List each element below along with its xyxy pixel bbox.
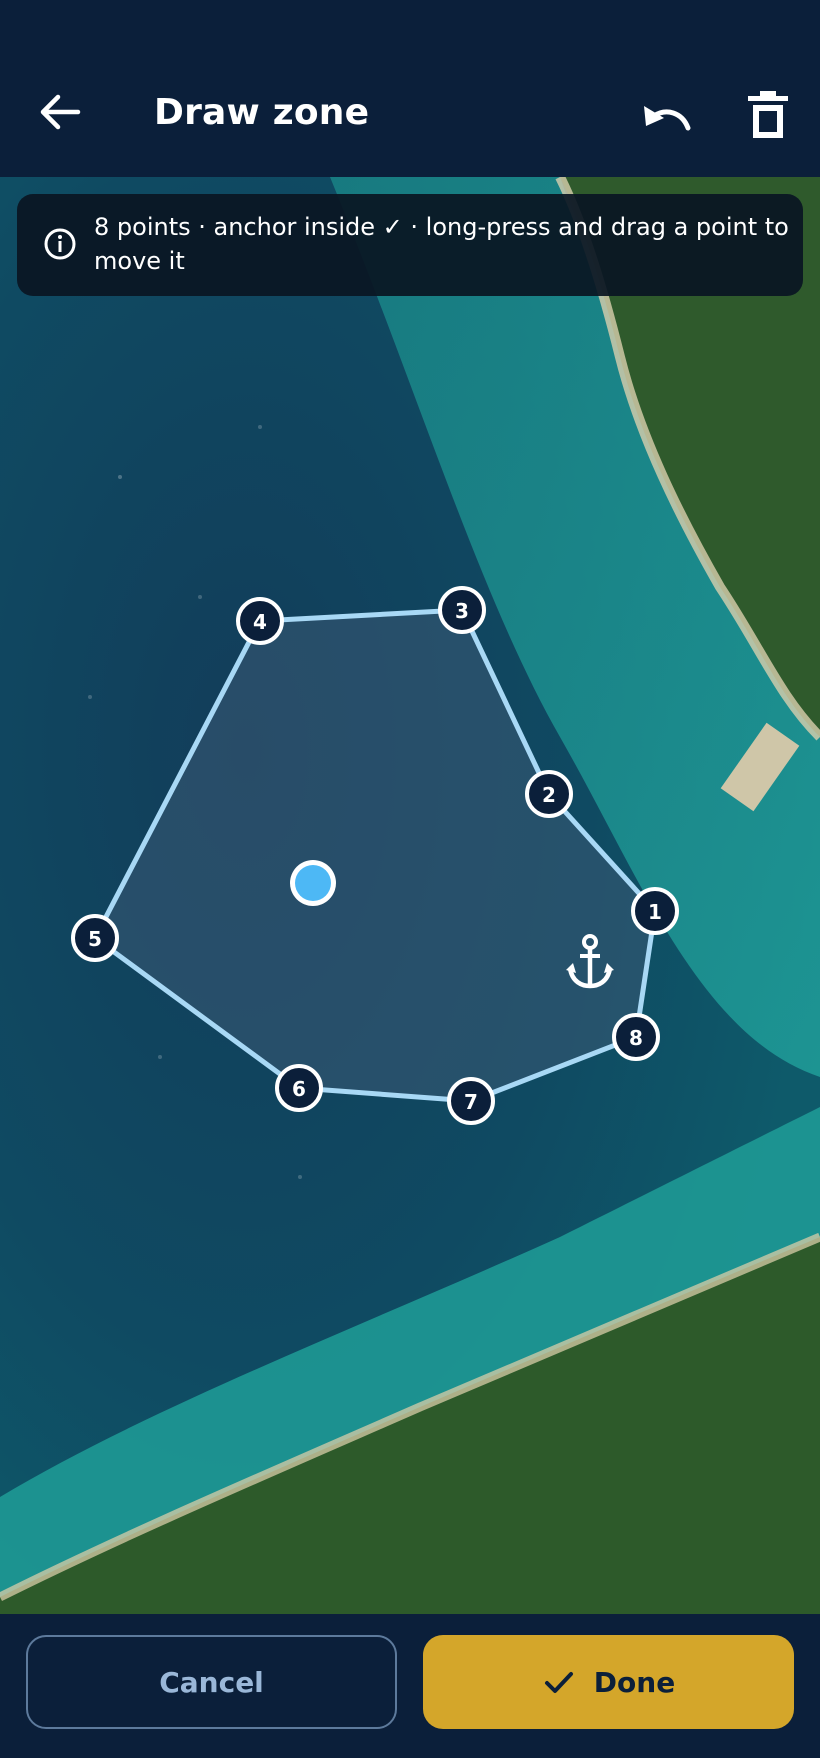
zone-point-3[interactable]: 3 (438, 586, 486, 634)
zone-point-5[interactable]: 5 (71, 914, 119, 962)
info-banner: 8 points · anchor inside ✓ · long-press … (17, 194, 803, 296)
zone-point-label: 1 (648, 900, 662, 924)
zone-point-6[interactable]: 6 (275, 1064, 323, 1112)
back-button[interactable] (34, 86, 86, 138)
info-icon (44, 228, 76, 260)
zone-point-label: 8 (629, 1026, 643, 1050)
app-bar: Draw zone (0, 0, 820, 177)
page-title: Draw zone (154, 92, 370, 133)
bottom-action-bar: Cancel Done (0, 1614, 820, 1758)
zone-point-8[interactable]: 8 (612, 1013, 660, 1061)
zone-point-label: 4 (253, 610, 267, 634)
satellite-map[interactable]: 1 2 3 4 5 6 7 8 8 points · anchor inside… (0, 177, 820, 1614)
cancel-button[interactable]: Cancel (26, 1635, 397, 1729)
undo-button[interactable] (638, 88, 694, 144)
done-button-label: Done (593, 1665, 676, 1699)
zone-point-label: 5 (88, 927, 102, 951)
undo-icon (644, 106, 691, 131)
cancel-button-label: Cancel (159, 1665, 264, 1699)
zone-point-2[interactable]: 2 (525, 770, 573, 818)
zone-point-label: 6 (292, 1077, 306, 1101)
zone-point-label: 3 (455, 599, 469, 623)
zone-point-label: 2 (542, 783, 556, 807)
zone-point-1[interactable]: 1 (631, 887, 679, 935)
arrow-left-icon (40, 94, 81, 130)
zone-point-4[interactable]: 4 (236, 597, 284, 645)
trash-icon (748, 91, 788, 138)
zone-overlay: 1 2 3 4 5 6 7 8 (71, 586, 679, 1125)
current-location-dot-icon (290, 860, 336, 906)
zone-polygon (92, 607, 658, 1104)
zone-point-label: 7 (464, 1090, 478, 1114)
done-button[interactable]: Done (423, 1635, 794, 1729)
delete-button[interactable] (744, 88, 792, 144)
zone-point-7[interactable]: 7 (447, 1077, 495, 1125)
check-icon (544, 1672, 573, 1693)
info-text: 8 points · anchor inside ✓ · long-press … (94, 213, 789, 275)
